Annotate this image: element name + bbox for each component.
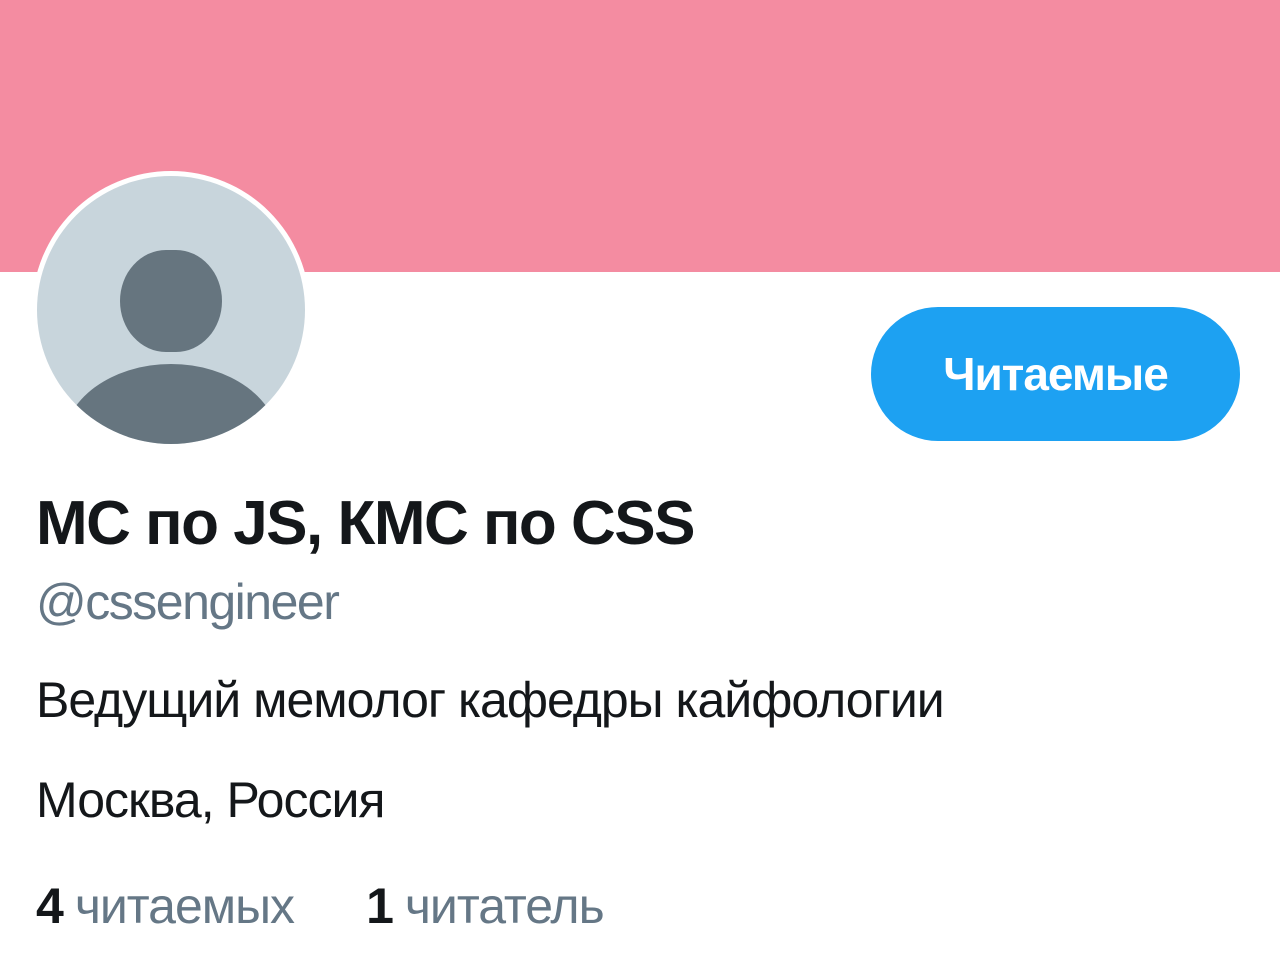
following-label: читаемых <box>74 878 295 934</box>
user-handle: @cssengineer <box>36 574 340 630</box>
user-silhouette-icon <box>63 250 279 444</box>
avatar[interactable] <box>32 171 310 449</box>
default-avatar-icon <box>37 176 305 444</box>
followers-count-link[interactable]: 1 читатель <box>366 877 605 935</box>
display-name: МС по JS, КМС по CSS <box>36 489 696 558</box>
followers-count: 1 <box>366 878 394 934</box>
following-count-link[interactable]: 4 читаемых <box>36 877 295 935</box>
following-button[interactable]: Читаемые <box>871 307 1240 441</box>
profile-location: Москва, Россия <box>36 772 385 828</box>
followers-label: читатель <box>404 878 605 934</box>
profile-page: Читаемые МС по JS, КМС по CSS @cssengine… <box>0 0 1280 969</box>
profile-stats: 4 читаемых 1 читатель <box>36 877 605 935</box>
following-count: 4 <box>36 878 64 934</box>
profile-bio: Ведущий мемолог кафедры кайфологии <box>36 672 945 728</box>
